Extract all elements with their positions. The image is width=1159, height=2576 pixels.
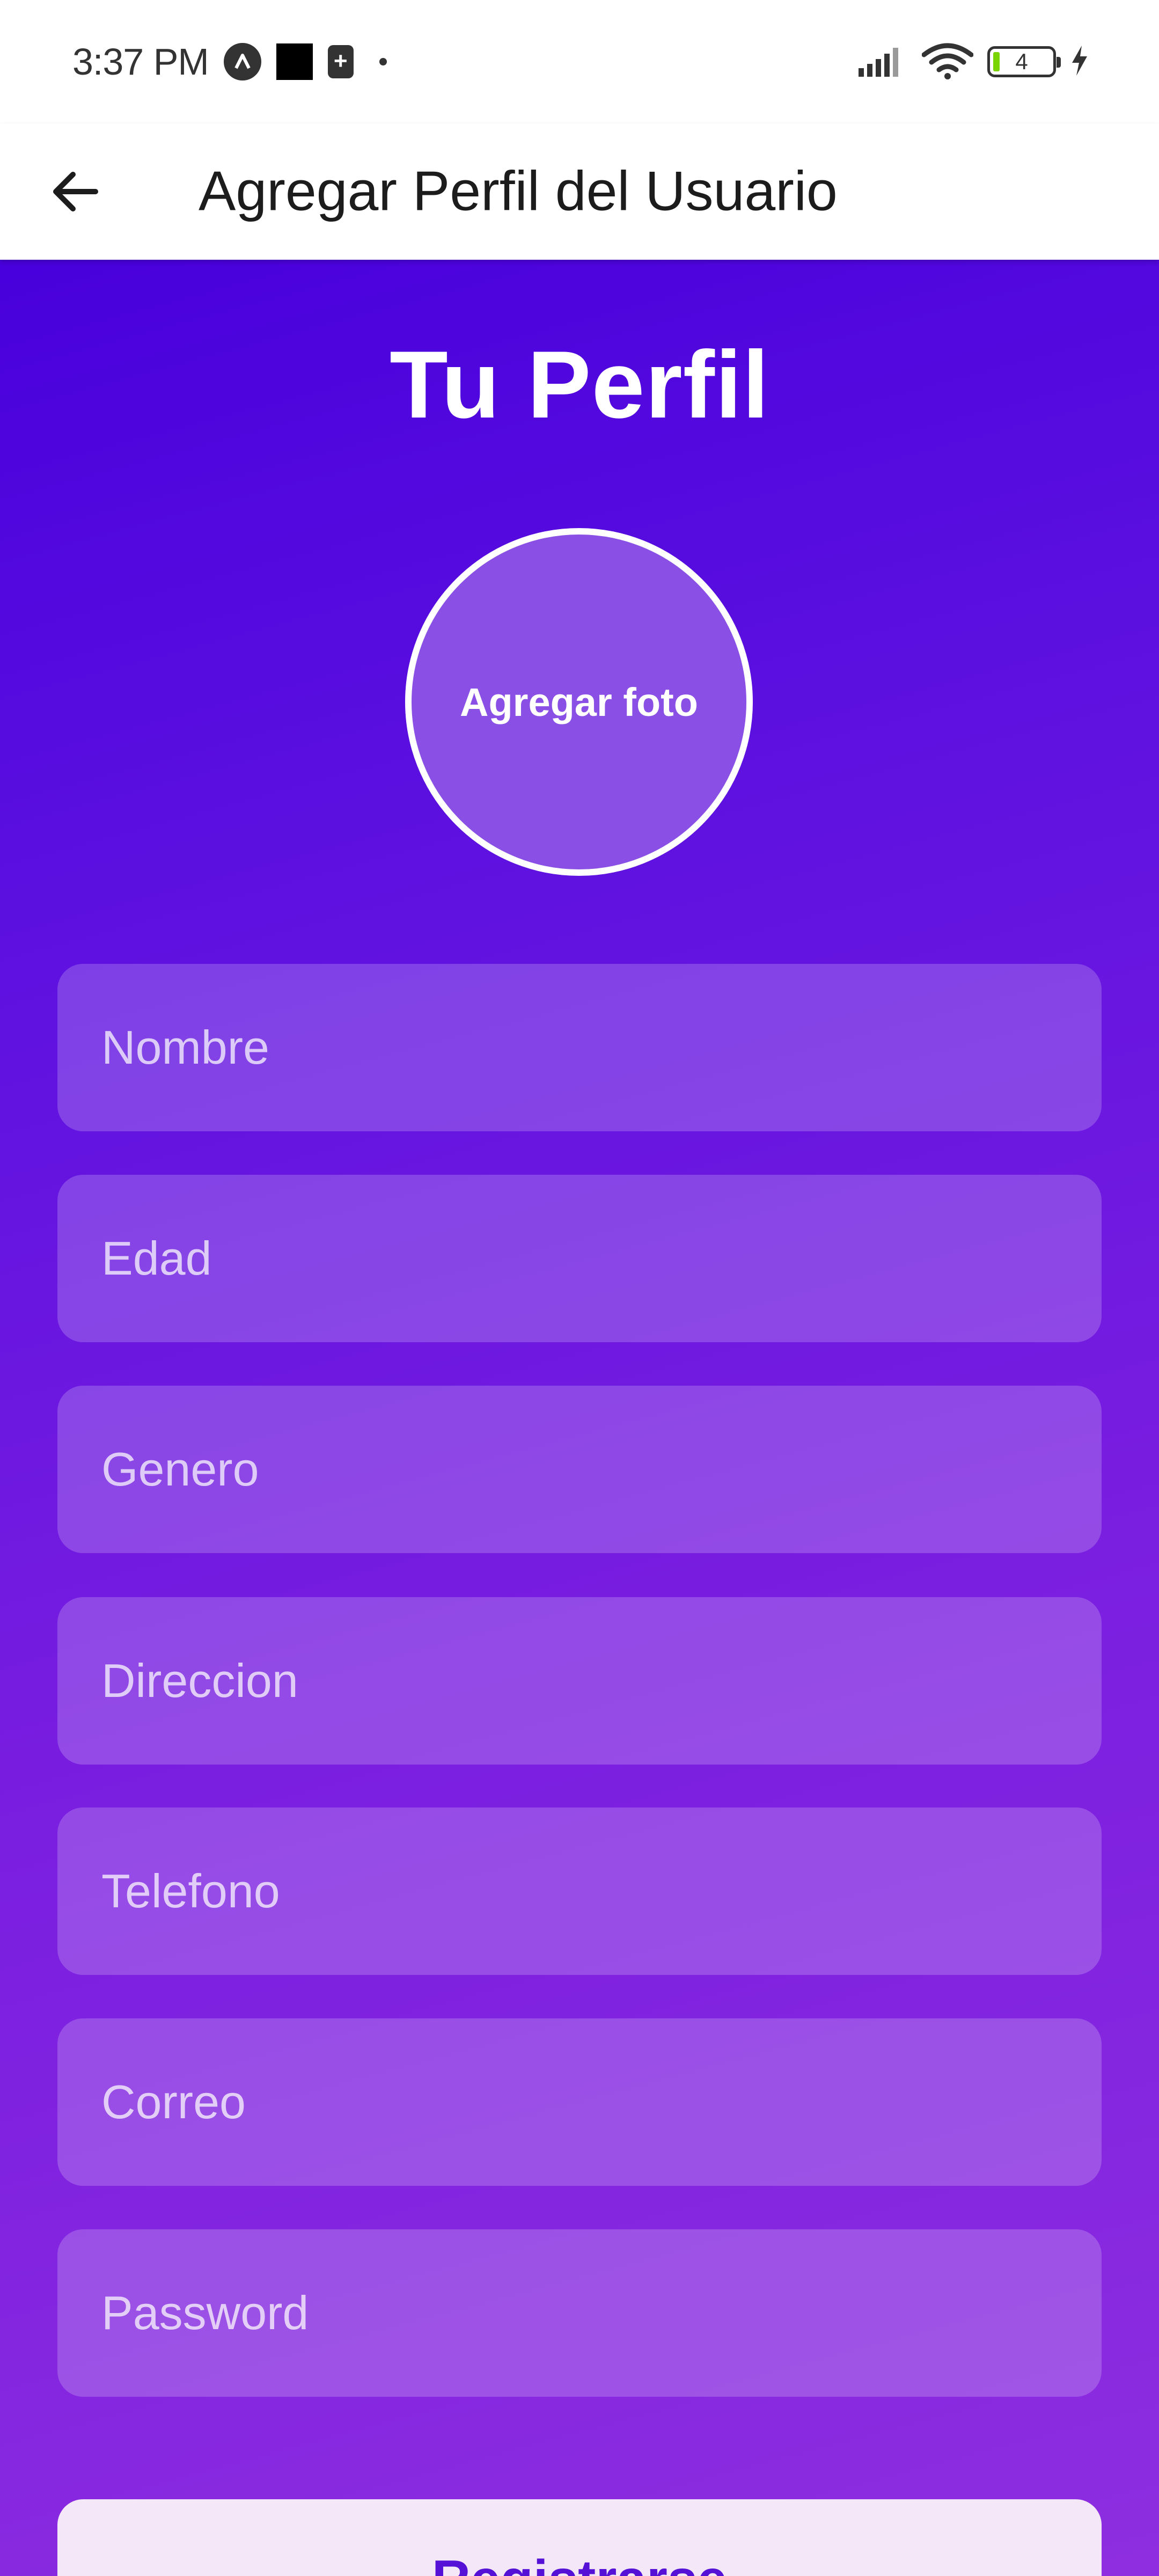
register-button-label: Registrarse bbox=[432, 2549, 727, 2576]
page-title: Tu Perfil bbox=[390, 331, 769, 438]
status-bar: 3:37 PM + 4 bbox=[0, 0, 1159, 123]
app-bar: Agregar Perfil del Usuario bbox=[0, 123, 1159, 260]
add-photo-label: Agregar foto bbox=[460, 679, 698, 724]
wifi-icon bbox=[921, 42, 974, 82]
add-photo-button[interactable]: Agregar foto bbox=[405, 528, 753, 876]
dot-icon bbox=[379, 58, 387, 65]
password-input[interactable] bbox=[57, 2229, 1102, 2397]
battery-saver-icon bbox=[327, 45, 354, 78]
arrow-left-icon bbox=[53, 172, 98, 211]
black-square-icon bbox=[276, 43, 313, 80]
charging-bolt-icon bbox=[1070, 45, 1089, 79]
signal-icon bbox=[859, 45, 908, 79]
phone-input[interactable] bbox=[57, 1807, 1102, 1975]
back-button[interactable] bbox=[43, 159, 107, 224]
status-time: 3:37 PM bbox=[72, 41, 209, 83]
notification-a-icon bbox=[223, 43, 261, 80]
address-input[interactable] bbox=[57, 1597, 1102, 1765]
app-bar-title: Agregar Perfil del Usuario bbox=[199, 160, 838, 223]
name-input[interactable] bbox=[57, 964, 1102, 1131]
email-input[interactable] bbox=[57, 2018, 1102, 2186]
status-left: 3:37 PM bbox=[72, 40, 387, 83]
age-input[interactable] bbox=[57, 1175, 1102, 1342]
gender-input[interactable] bbox=[57, 1386, 1102, 1553]
screen: 3:37 PM + 4 Agregar Perfil del Usuario T… bbox=[0, 0, 1159, 2576]
battery-icon: 4 bbox=[987, 46, 1061, 77]
register-button[interactable]: Registrarse bbox=[57, 2499, 1102, 2576]
profile-form-area: Tu Perfil Agregar foto Registrarse bbox=[0, 260, 1159, 2576]
status-right: 4 bbox=[859, 42, 1089, 82]
battery-level: 4 bbox=[1015, 49, 1028, 74]
